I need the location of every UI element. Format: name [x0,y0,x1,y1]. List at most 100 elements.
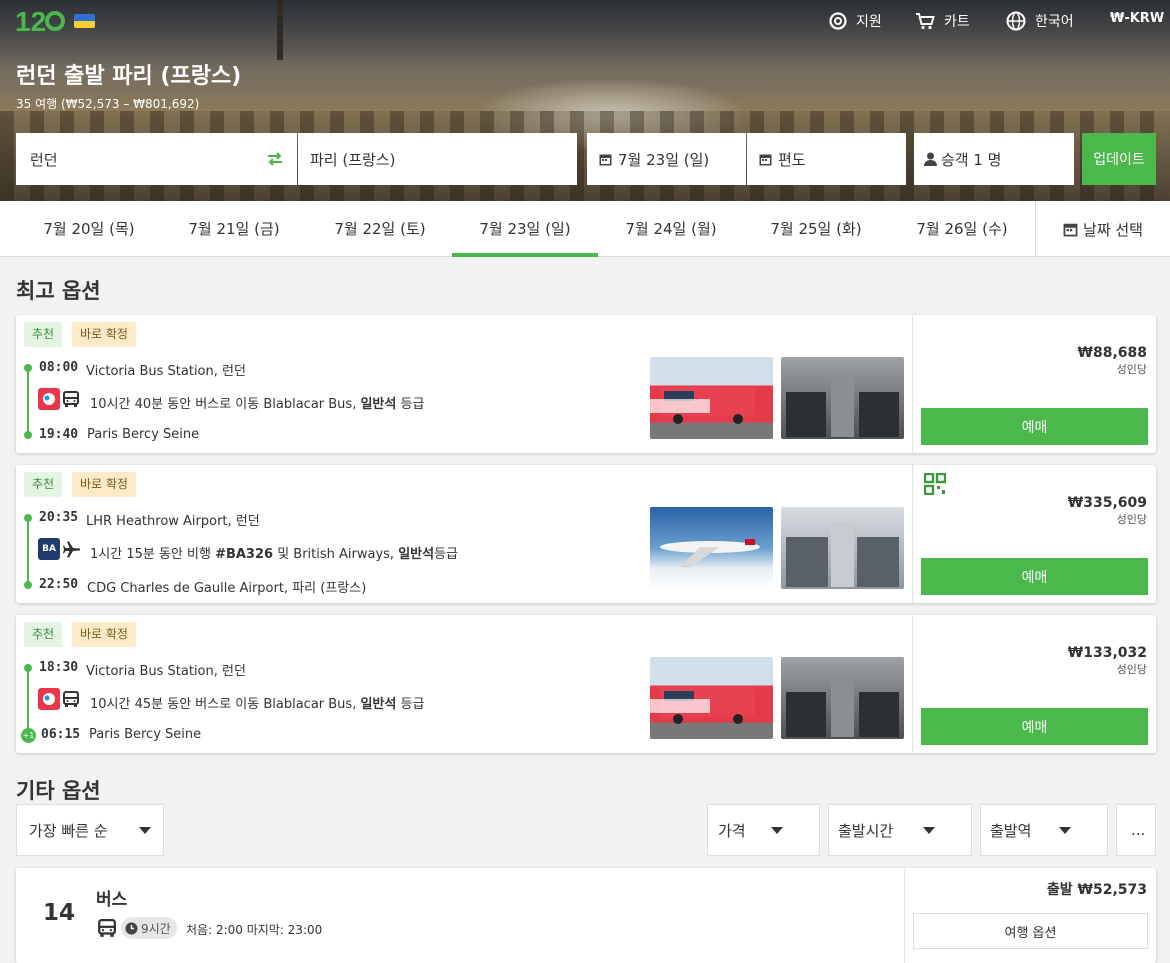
blablacar-logo-icon [38,688,60,710]
logo-icon[interactable]: 12 [15,4,67,36]
sort-dropdown[interactable]: 가장 빠른 순 [16,804,164,856]
bus-icon [98,919,116,937]
bus-interior-photo[interactable] [781,357,904,439]
language-label: 한국어 [1035,14,1074,30]
more-label: ... [1131,821,1146,839]
option-card[interactable]: 추천 바로 확정 +1 18:30 Victoria Bus Station, … [16,615,1156,753]
lifebuoy-icon [829,12,847,30]
bus-icon [63,391,79,407]
date-tab[interactable]: 7월 24일 (월) [598,201,744,257]
book-button[interactable]: 예매 [921,558,1148,595]
schedule-text: 처음: 2:00 마지막: 23:00 [186,923,323,937]
option-card[interactable]: 추천 바로 확정 08:00 Victoria Bus Station, 런던 … [16,315,1156,453]
card-divider [904,868,905,963]
option-card[interactable]: 추천 바로 확정 20:35 LHR Heathrow Airport, 런던 … [16,465,1156,603]
top-bar: 12 지원 카트 한국어 ₩-KRW [0,0,1170,44]
price-from: 출발 ₩52,573 [1046,882,1147,898]
date-input[interactable]: 7월 23일 (일) [587,133,746,185]
cart-link[interactable]: 카트 [915,11,970,31]
arrival-time: 06:15 [41,727,81,742]
transport-type: 버스 [96,890,128,910]
date-value: 7월 23일 (일) [618,150,710,169]
page-title: 런던 출발 파리 (프랑스) [16,64,242,89]
arrival-dot [24,431,32,439]
currency-label: ₩-KRW [1110,11,1165,26]
per-adult-label: 성인당 [1116,513,1147,526]
from-input[interactable]: 런던 [16,133,297,185]
arrival-dot [24,581,32,589]
date-tab[interactable]: 7월 20일 (목) [16,201,162,257]
departure-place: Victoria Bus Station, 런던 [86,364,246,379]
per-adult-label: 성인당 [1116,663,1147,676]
date-picker-button[interactable]: 날짜 선택 [1035,201,1170,257]
transport-group-card[interactable]: 14 버스 9시간 처음: 2:00 마지막: 23:00 출발 ₩52,573… [16,868,1156,963]
recommended-badge: 추천 [24,322,63,347]
per-adult-label: 성인당 [1116,363,1147,376]
blablacar-logo-icon [38,388,60,410]
departure-place: LHR Heathrow Airport, 런던 [86,514,260,529]
passengers-value: 승객 1 명 [941,150,1002,169]
best-options-heading: 최고 옵션 [16,279,101,303]
trip-options-button[interactable]: 여행 옵션 [913,913,1148,949]
return-date-input[interactable]: 편도 [747,133,906,185]
arrival-time: 19:40 [39,427,79,442]
filter-label: 가격 [718,821,746,840]
departure-time: 18:30 [39,660,79,675]
card-divider [912,315,913,453]
passengers-input[interactable]: 승객 1 명 [914,133,1074,185]
to-value: 파리 (프랑스) [310,150,396,169]
departure-time-filter-dropdown[interactable]: 출발시간 [828,804,972,856]
card-divider [912,465,913,603]
ukraine-flag-icon [74,14,95,28]
update-button[interactable]: 업데이트 [1082,133,1156,185]
user-icon [924,152,937,166]
filter-label: 출발역 [990,821,1032,840]
book-button[interactable]: 예매 [921,408,1148,445]
recommended-badge: 추천 [24,472,63,497]
trip-detail: 10시간 45분 동안 버스로 이동 Blablacar Bus, 일반석 등급 [90,697,425,712]
bus-exterior-photo[interactable] [650,357,773,439]
price: ₩133,032 [1067,645,1147,661]
trip-count: 14 [43,900,76,926]
caret-down-icon [139,827,151,834]
date-tab[interactable]: 7월 26일 (수) [889,201,1035,257]
departure-dot [24,364,32,372]
departure-station-filter-dropdown[interactable]: 출발역 [980,804,1108,856]
other-options-heading: 기타 옵션 [16,779,101,803]
cart-label: 카트 [944,14,970,30]
price-filter-dropdown[interactable]: 가격 [707,804,820,856]
route-line [27,367,29,435]
support-label: 지원 [856,14,882,30]
departure-dot [24,664,32,672]
more-filters-button[interactable]: ... [1116,804,1156,856]
cabin-interior-photo[interactable] [781,507,904,589]
qr-code-icon [924,473,946,495]
cart-icon [916,13,935,30]
departure-time: 20:35 [39,510,79,525]
instant-confirm-badge: 바로 확정 [72,622,136,647]
currency-selector[interactable]: ₩-KRW [1110,11,1164,26]
caret-down-icon [923,827,935,834]
filter-label: 출발시간 [838,821,894,840]
instant-confirm-badge: 바로 확정 [72,472,136,497]
clock-icon [125,922,138,934]
to-input[interactable]: 파리 (프랑스) [298,133,577,185]
price: ₩88,688 [1077,345,1147,361]
date-tab[interactable]: 7월 22일 (토) [307,201,453,257]
route-line [27,667,29,735]
bus-exterior-photo[interactable] [650,657,773,739]
book-button[interactable]: 예매 [921,708,1148,745]
recommended-badge: 추천 [24,622,63,647]
language-selector[interactable]: 한국어 [1006,11,1074,31]
airplane-photo[interactable] [650,507,773,589]
date-tab[interactable]: 7월 25일 (화) [743,201,889,257]
date-tab-active[interactable]: 7월 23일 (일) [452,201,598,257]
price: ₩335,609 [1067,495,1147,511]
return-value: 편도 [778,150,806,169]
swap-icon[interactable] [266,150,284,168]
support-link[interactable]: 지원 [829,11,882,31]
bus-interior-photo[interactable] [781,657,904,739]
date-tab[interactable]: 7월 21일 (금) [161,201,307,257]
from-value: 런던 [30,150,58,169]
arrival-time: 22:50 [39,577,79,592]
